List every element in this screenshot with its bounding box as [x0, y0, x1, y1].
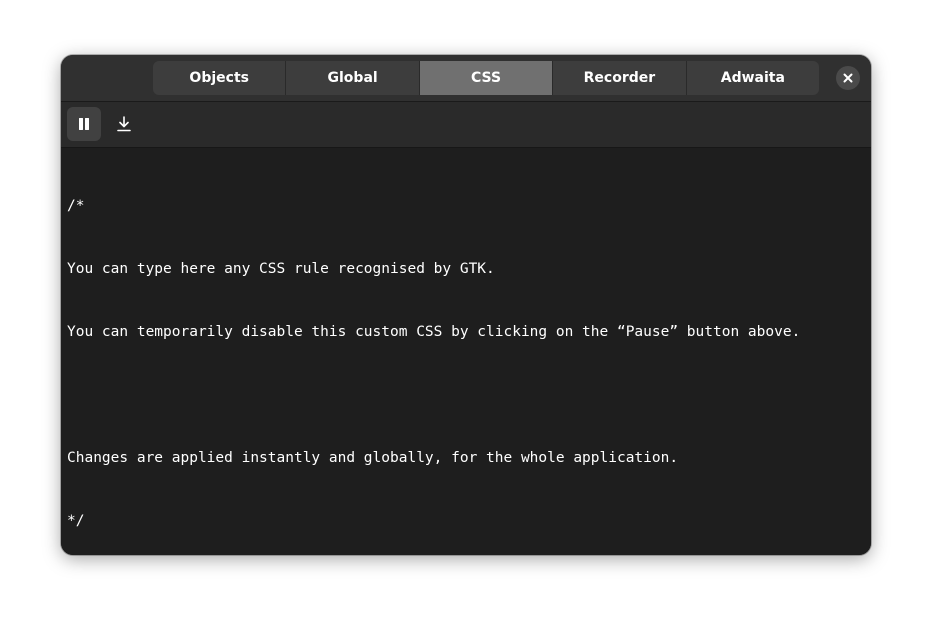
tab-adwaita[interactable]: Adwaita [687, 61, 819, 95]
tab-objects[interactable]: Objects [153, 61, 287, 95]
editor-line: You can type here any CSS rule recognise… [67, 261, 495, 277]
tab-global[interactable]: Global [286, 61, 420, 95]
pause-icon [79, 118, 89, 130]
close-button[interactable] [836, 66, 860, 90]
editor-line: /* [67, 198, 85, 214]
pause-button[interactable] [67, 107, 101, 141]
editor-line: You can temporarily disable this custom … [67, 324, 801, 340]
css-editor-text[interactable]: /* You can type here any CSS rule recogn… [67, 154, 800, 555]
view-switcher: Objects Global CSS Recorder Adwaita [153, 61, 819, 95]
editor-line: */ [67, 513, 85, 529]
close-icon [843, 73, 853, 83]
headerbar: Objects Global CSS Recorder Adwaita [61, 55, 871, 102]
tab-css[interactable]: CSS [419, 61, 554, 95]
inspector-window: Objects Global CSS Recorder Adwaita /* Y… [61, 55, 871, 555]
editor-line: Changes are applied instantly and global… [67, 450, 679, 466]
save-button[interactable] [107, 107, 141, 141]
download-icon [117, 116, 131, 132]
css-toolbar [61, 102, 871, 148]
css-editor[interactable]: /* You can type here any CSS rule recogn… [61, 148, 871, 555]
tab-recorder[interactable]: Recorder [553, 61, 687, 95]
